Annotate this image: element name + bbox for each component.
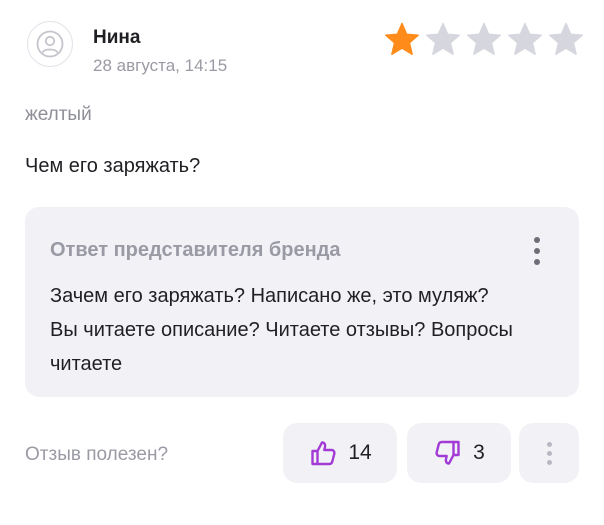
menu-dot [534,259,540,265]
user-icon [36,30,64,58]
thumbs-up-icon [311,441,336,466]
dislike-count: 3 [473,441,485,464]
like-count: 14 [348,441,372,464]
brand-reply: Ответ представителя бренда Зачем его зар… [25,207,579,397]
reply-title: Ответ представителя бренда [50,239,341,261]
reply-text: Зачем его заряжать? Написано же, это мул… [50,285,513,375]
avatar[interactable] [27,21,73,67]
more-vertical-icon [534,237,540,243]
review-date: 28 августа, 14:15 [93,56,228,75]
menu-dot [534,248,540,254]
star-icon [425,22,461,56]
helpful-label: Отзыв полезен? [25,444,169,465]
menu-dot [546,459,552,465]
reply-menu-button[interactable] [525,231,549,271]
star-rating [384,22,584,56]
star-icon [548,22,584,56]
menu-dot [546,450,552,456]
star-icon [466,22,502,56]
review-text: Чем его заряжать? [25,155,201,177]
like-button[interactable]: 14 [283,423,397,483]
author-name: Нина [93,27,141,48]
star-icon [384,22,420,56]
star-icon [507,22,543,56]
more-options-button[interactable] [519,423,579,483]
thumbs-down-icon [435,440,460,465]
dislike-button[interactable]: 3 [407,423,511,483]
more-vertical-icon [546,441,552,447]
product-variant: желтый [25,104,92,125]
